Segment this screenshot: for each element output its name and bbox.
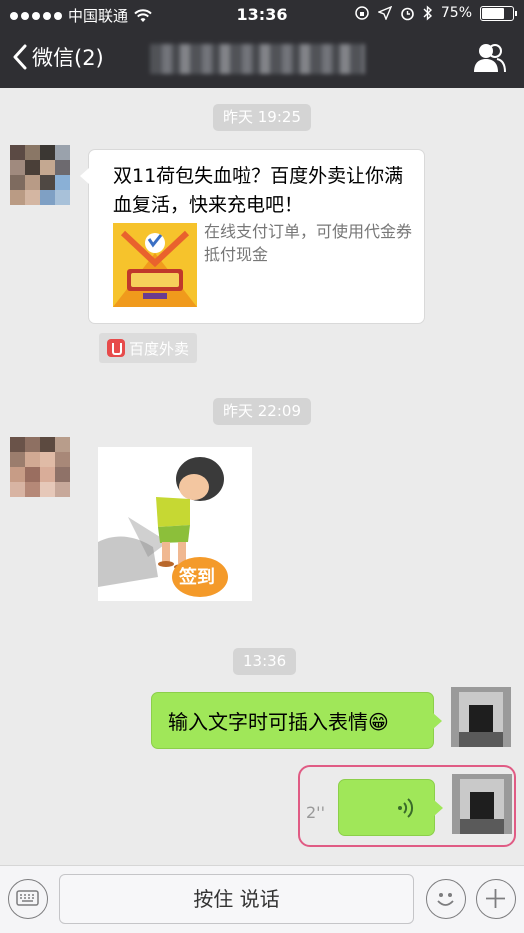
back-button[interactable]: 微信(2) [12, 42, 104, 72]
battery-percent: 75% [440, 5, 472, 21]
input-bar: 按住 说话 [0, 865, 524, 933]
location-icon [377, 6, 392, 20]
card-title: 双11荷包失血啦？百度外卖让你满血复活，快来充电吧！ [113, 165, 404, 216]
baidu-waimai-promo-image [113, 223, 197, 307]
bluetooth-icon [423, 5, 432, 21]
timestamp-1: 昨天 19:25 [213, 104, 311, 131]
timestamp-3: 13:36 [233, 648, 297, 675]
keyboard-glyph [16, 890, 39, 906]
back-label: 微信(2) [32, 46, 104, 70]
status-right: 75% [354, 5, 517, 21]
emoji-icon[interactable] [426, 879, 466, 919]
emoji-glyph [437, 893, 454, 906]
battery-icon [480, 5, 517, 21]
orientation-lock-icon [355, 6, 369, 20]
voice-wave-icon [398, 798, 414, 818]
hold-to-talk-button[interactable]: 按住 说话 [59, 874, 414, 924]
battery-fill [482, 7, 504, 19]
group-members-icon[interactable] [472, 42, 506, 74]
nav-bar: 微信(2) [0, 30, 524, 88]
avatar-contact-2[interactable] [10, 437, 70, 497]
voice-message-bubble[interactable] [338, 779, 443, 836]
outgoing-text-message[interactable]: 输入文字时可插入表情😁 [151, 692, 442, 749]
timestamp-2: 昨天 22:09 [213, 398, 311, 425]
chevron-left-icon [13, 44, 27, 70]
sticker-message[interactable]: 签到 [98, 447, 252, 601]
link-card-message[interactable]: 双11荷包失血啦？百度外卖让你满血复活，快来充电吧！ 在线支付订单，可使用代金券… [80, 149, 425, 324]
top-bar: 中国联通 13:36 75% 微信(2) [0, 0, 524, 88]
card-thumbnail [113, 223, 197, 307]
voice-duration: 2'' [306, 803, 325, 822]
sticker-checkin-label: 签到 [179, 567, 215, 588]
avatar-contact[interactable] [10, 145, 70, 205]
checkin-sticker-image [98, 447, 252, 601]
plus-icon[interactable] [476, 879, 516, 919]
avatar-self[interactable] [451, 687, 511, 747]
keyboard-icon[interactable] [8, 879, 48, 919]
chat-title-blurred [150, 44, 365, 74]
source-tag[interactable]: 百度外卖 [99, 333, 198, 363]
alarm-icon [401, 7, 414, 20]
baidu-waimai-app-icon [107, 339, 125, 357]
source-label: 百度外卖 [129, 339, 190, 358]
outgoing-text: 输入文字时可插入表情😁 [168, 710, 389, 734]
status-bar: 中国联通 13:36 75% [0, 0, 524, 30]
plus-glyph [486, 889, 505, 908]
chat-area[interactable]: 昨天 19:25 双11荷包失血啦？百度外卖让你满血复活，快来充电吧！ 在线支付… [0, 88, 524, 865]
card-description: 在线支付订单，可使用代金券抵付现金 [204, 222, 413, 264]
avatar-self-2[interactable] [452, 774, 512, 834]
